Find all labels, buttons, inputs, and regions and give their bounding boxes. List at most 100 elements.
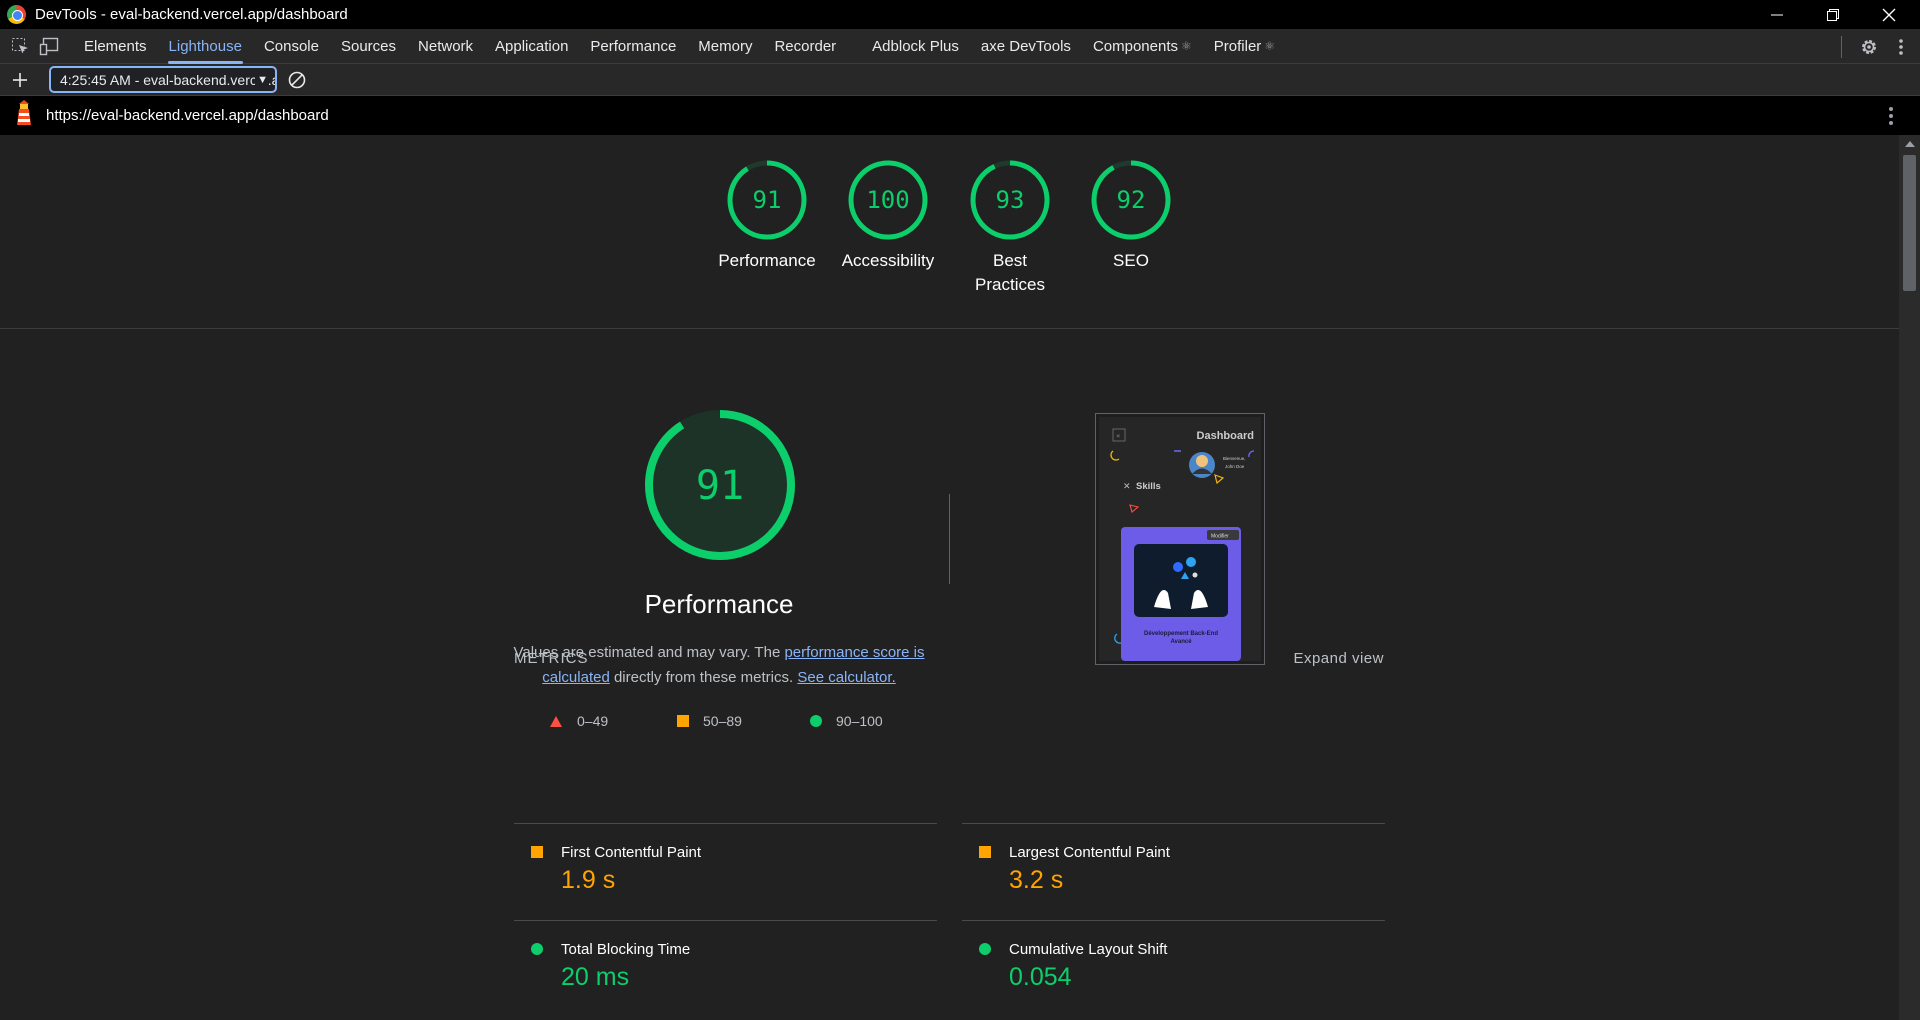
metric-value: 1.9 s	[561, 866, 616, 894]
gauge-ring: 91	[727, 160, 807, 240]
gauge-ring: 92	[1091, 160, 1171, 240]
circle-icon	[979, 943, 991, 955]
report-menu-icon[interactable]	[1888, 106, 1894, 131]
thumb-card-title: Développement Back-End	[1144, 631, 1218, 637]
tab-sources[interactable]: Sources	[330, 29, 407, 64]
expand-view-toggle[interactable]: Expand view	[1293, 650, 1384, 667]
screenshot-canvas: « Dashboard Bienvenue, John Doe ✕ Skills…	[1099, 417, 1261, 661]
react-icon: ⚛	[1264, 39, 1276, 53]
score-value: 100	[866, 186, 909, 214]
thumb-user: John Doe	[1225, 464, 1245, 469]
tab-profiler[interactable]: Profiler ⚛	[1203, 29, 1286, 64]
svg-text:«: «	[1116, 432, 1120, 440]
score-label: Accessibility	[841, 251, 935, 270]
dashboard-screenshot: « Dashboard Bienvenue, John Doe ✕ Skills…	[1099, 417, 1261, 661]
score-label: Best Practices	[975, 251, 1045, 294]
tab-axe-devtools[interactable]: axe DevTools	[970, 29, 1082, 64]
triangle-icon	[550, 715, 562, 727]
metric-first-contentful-paint: First Contentful Paint 1.9 s	[514, 823, 937, 919]
page-screenshot-thumbnail[interactable]: « Dashboard Bienvenue, John Doe ✕ Skills…	[1095, 413, 1265, 665]
thumb-greeting: Bienvenue,	[1223, 456, 1246, 461]
score-gauge-seo[interactable]: 92 SEO	[1071, 159, 1191, 273]
score-label: SEO	[1113, 251, 1149, 270]
metric-value: 0.054	[1009, 963, 1072, 991]
restore-icon	[1827, 8, 1839, 21]
vertical-scrollbar[interactable]	[1899, 135, 1920, 1020]
metrics-title: METRICS	[514, 650, 589, 667]
chevron-down-icon: ▼	[255, 74, 268, 86]
legend-average: 50–89	[677, 713, 742, 729]
clear-all-icon[interactable]	[284, 67, 310, 93]
metric-total-blocking-time: Total Blocking Time 20 ms	[514, 920, 937, 1016]
performance-score-value: 91	[696, 463, 744, 509]
tab-network[interactable]: Network	[407, 29, 484, 64]
tab-lighthouse[interactable]: Lighthouse	[158, 29, 253, 64]
tab-memory[interactable]: Memory	[687, 29, 763, 64]
gauge-ring: 100	[848, 160, 928, 240]
performance-gauge-large: 91	[642, 407, 798, 568]
window-title: DevTools - eval-backend.vercel.app/dashb…	[35, 6, 348, 23]
tab-application[interactable]: Application	[484, 29, 579, 64]
metric-value: 20 ms	[561, 963, 630, 991]
metric-label: Largest Contentful Paint	[1009, 844, 1170, 861]
thumb-card-title-2: Avancé	[1170, 639, 1192, 645]
device-toolbar-icon[interactable]	[37, 33, 63, 59]
scroll-up-arrow-icon[interactable]	[1905, 141, 1915, 147]
square-icon	[531, 846, 543, 858]
metric-label: First Contentful Paint	[561, 844, 702, 861]
report-select-value: 4:25:45 AM - eval-backend.vercel.app/das…	[60, 71, 275, 88]
score-summary: 91 Performance 100 Accessibility 93 Best…	[0, 135, 1899, 329]
report-url: https://eval-backend.vercel.app/dashboar…	[46, 107, 329, 124]
score-gauge-best-practices[interactable]: 93 Best Practices	[950, 159, 1070, 297]
new-report-plus-icon[interactable]	[7, 67, 33, 93]
react-icon: ⚛	[1181, 39, 1192, 53]
gauge-ring: 93	[970, 160, 1050, 240]
report-select[interactable]: 4:25:45 AM - eval-backend.vercel.app/das…	[49, 66, 277, 93]
report-url-bar: https://eval-backend.vercel.app/dashboar…	[0, 96, 1920, 135]
minimize-icon	[1771, 14, 1783, 15]
legend-pass: 90–100	[810, 713, 883, 729]
restore-button[interactable]	[1805, 0, 1861, 29]
score-gauge-accessibility[interactable]: 100 Accessibility	[828, 159, 948, 273]
metric-value: 3.2 s	[1009, 866, 1064, 894]
svg-text:✕: ✕	[1123, 482, 1131, 492]
score-gauge-performance[interactable]: 91 Performance	[707, 159, 827, 273]
lighthouse-icon	[13, 99, 35, 132]
score-value: 92	[1117, 186, 1146, 214]
scrollbar-thumb[interactable]	[1903, 155, 1916, 291]
score-value: 91	[753, 186, 782, 214]
lighthouse-toolbar: 4:25:45 AM - eval-backend.vercel.app/das…	[0, 64, 1920, 96]
devtools-tab-bar: Elements Lighthouse Console Sources Netw…	[0, 29, 1920, 64]
gauge-ring: 91	[645, 410, 795, 560]
more-options-icon[interactable]	[1888, 34, 1914, 60]
tab-console[interactable]: Console	[253, 29, 330, 64]
section-divider	[949, 494, 950, 584]
tab-elements[interactable]: Elements	[73, 29, 158, 64]
circle-icon	[531, 943, 543, 955]
chrome-icon	[7, 5, 26, 24]
legend-fail: 0–49	[549, 713, 608, 729]
metric-label: Total Blocking Time	[561, 941, 691, 958]
metric-label: Cumulative Layout Shift	[1009, 941, 1168, 958]
close-icon	[1882, 8, 1896, 21]
minimize-button[interactable]	[1749, 0, 1805, 29]
performance-title: Performance	[644, 589, 794, 619]
tab-performance[interactable]: Performance	[579, 29, 687, 64]
tab-components[interactable]: Components ⚛	[1082, 29, 1203, 64]
see-calculator-link[interactable]: See calculator.	[797, 669, 895, 686]
metric-largest-contentful-paint: Largest Contentful Paint 3.2 s	[962, 823, 1385, 919]
settings-gear-icon[interactable]	[1856, 34, 1882, 60]
square-icon	[979, 846, 991, 858]
inspect-element-icon[interactable]	[7, 33, 33, 59]
close-button[interactable]	[1861, 0, 1917, 29]
tab-recorder[interactable]: Recorder	[763, 29, 847, 64]
score-label: Performance	[718, 251, 816, 270]
score-value: 93	[996, 186, 1025, 214]
thumb-section: Skills	[1136, 481, 1161, 492]
metric-cumulative-layout-shift: Cumulative Layout Shift 0.054	[962, 920, 1385, 1016]
window-title-bar: DevTools - eval-backend.vercel.app/dashb…	[0, 0, 1920, 29]
circle-icon	[810, 715, 822, 727]
thumb-heading: Dashboard	[1197, 430, 1254, 442]
tab-adblock-plus[interactable]: Adblock Plus	[861, 29, 970, 64]
square-icon	[677, 715, 689, 727]
